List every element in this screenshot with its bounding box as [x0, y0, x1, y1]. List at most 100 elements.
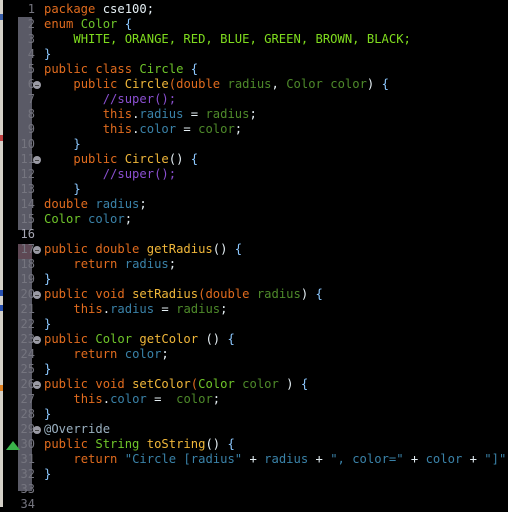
code-token: radius [95, 197, 140, 211]
code-text: //super(); [44, 92, 176, 107]
code-editor[interactable]: 1 package cse100; 2 enum Color {3 WHITE, OR… [3, 0, 508, 511]
code-text: public String toString() { [44, 437, 235, 452]
code-line[interactable]: 16 [3, 227, 508, 242]
line-number: 27 [20, 392, 35, 406]
line-number: 18 [20, 257, 35, 271]
code-token: . [102, 392, 111, 406]
code-text: } [44, 47, 51, 62]
code-line[interactable]: 5 public class Circle { [3, 62, 508, 77]
code-line[interactable]: 27 this.color = color; [3, 392, 508, 407]
code-token: } [44, 47, 52, 61]
line-number: 31 [20, 452, 35, 466]
code-text: //super(); [44, 167, 176, 182]
code-text: } [44, 137, 80, 152]
code-line[interactable]: 21 this.radius = radius; [3, 302, 508, 317]
code-token: + [403, 452, 426, 466]
code-text: return radius; [44, 257, 176, 272]
code-token: radius [139, 107, 184, 121]
fold-collapse-icon[interactable] [33, 156, 41, 164]
code-token: ", color=" [330, 452, 404, 466]
code-line[interactable]: 17 public double getRadius() { [3, 242, 508, 257]
code-line[interactable]: 22} [3, 317, 508, 332]
code-line[interactable]: 4} [3, 47, 508, 62]
code-line[interactable]: 7 //super(); [3, 92, 508, 107]
line-number: 22 [20, 317, 35, 331]
code-token: ; [220, 302, 228, 316]
fold-collapse-icon[interactable] [33, 381, 41, 389]
code-token: } [44, 317, 52, 331]
code-token: () [205, 437, 228, 451]
code-line[interactable]: 18 return radius; [3, 257, 508, 272]
code-line[interactable]: 34 [3, 497, 508, 512]
code-line[interactable]: 9 this.color = color; [3, 122, 508, 137]
code-token: this [73, 392, 103, 406]
fold-collapse-icon[interactable] [33, 246, 41, 254]
code-line[interactable]: 26 public void setColor(Color color ) { [3, 377, 508, 392]
code-token: color [198, 122, 235, 136]
code-token: public double [44, 242, 147, 256]
code-line[interactable]: 32} [3, 467, 508, 482]
code-line[interactable]: 8 this.radius = radius; [3, 107, 508, 122]
line-number: 28 [20, 407, 35, 421]
code-token: radius [124, 257, 169, 271]
code-token: () [168, 152, 191, 166]
code-line[interactable]: 31 return "Circle [radius" + radius + ",… [3, 452, 508, 467]
override-marker-icon[interactable] [6, 441, 20, 450]
line-number: 12 [20, 167, 35, 181]
code-text: } [44, 362, 51, 377]
code-line[interactable]: 10 } [3, 137, 508, 152]
code-text: public class Circle { [44, 62, 198, 77]
code-token: { [234, 242, 243, 256]
code-line[interactable]: 29 @Override [3, 422, 508, 437]
code-token: radius [205, 107, 250, 121]
code-token: setRadius [132, 287, 199, 301]
code-token: package [44, 2, 103, 16]
code-token: ) [366, 77, 382, 91]
line-number: 9 [27, 122, 35, 136]
fold-collapse-icon[interactable] [33, 81, 41, 89]
line-number: 10 [20, 137, 35, 151]
line-number: 13 [20, 182, 35, 196]
code-line[interactable]: 3 WHITE, ORANGE, RED, BLUE, GREEN, BROWN… [3, 32, 508, 47]
code-line[interactable]: 15 Color color; [3, 212, 508, 227]
code-line[interactable]: 13 } [3, 182, 508, 197]
code-token: enum [44, 17, 81, 31]
code-token: ; [124, 212, 133, 226]
fold-collapse-icon[interactable] [33, 336, 41, 344]
fold-collapse-icon[interactable] [33, 426, 41, 434]
code-line[interactable]: 14 double radius; [3, 197, 508, 212]
code-token: public class [44, 62, 140, 76]
code-token: . [102, 302, 111, 316]
code-line[interactable]: 24 return color; [3, 347, 508, 362]
code-text: } [44, 317, 51, 332]
code-line[interactable]: 20 public void setRadius(double radius) { [3, 287, 508, 302]
code-line[interactable]: 28} [3, 407, 508, 422]
code-token: getColor [139, 332, 206, 346]
code-token: color [425, 452, 463, 466]
code-text: this.color = color; [44, 392, 220, 407]
line-number: 24 [20, 347, 35, 361]
code-line[interactable]: 23 public Color getColor () { [3, 332, 508, 347]
code-token: WHITE, ORANGE, RED, BLUE, GREEN, BROWN, … [73, 32, 411, 46]
code-token: Circle [139, 62, 191, 76]
code-line[interactable]: 12 //super(); [3, 167, 508, 182]
code-line[interactable]: 11 public Circle() { [3, 152, 508, 167]
code-line[interactable]: 30 public String toString() { [3, 437, 508, 452]
code-token: ; [212, 392, 221, 406]
code-line[interactable]: 19} [3, 272, 508, 287]
code-line[interactable]: 6 public Circle(double radius, Color col… [3, 77, 508, 92]
code-token: { [300, 377, 309, 391]
code-line[interactable]: 25} [3, 362, 508, 377]
code-line[interactable]: 2 enum Color { [3, 17, 508, 32]
code-line[interactable]: 33 [3, 482, 508, 497]
code-text: Color color; [44, 212, 132, 227]
fold-collapse-icon[interactable] [33, 291, 41, 299]
code-token: Color [95, 332, 140, 346]
code-token: { [227, 332, 235, 346]
code-line[interactable]: 1 package cse100; [3, 2, 508, 17]
